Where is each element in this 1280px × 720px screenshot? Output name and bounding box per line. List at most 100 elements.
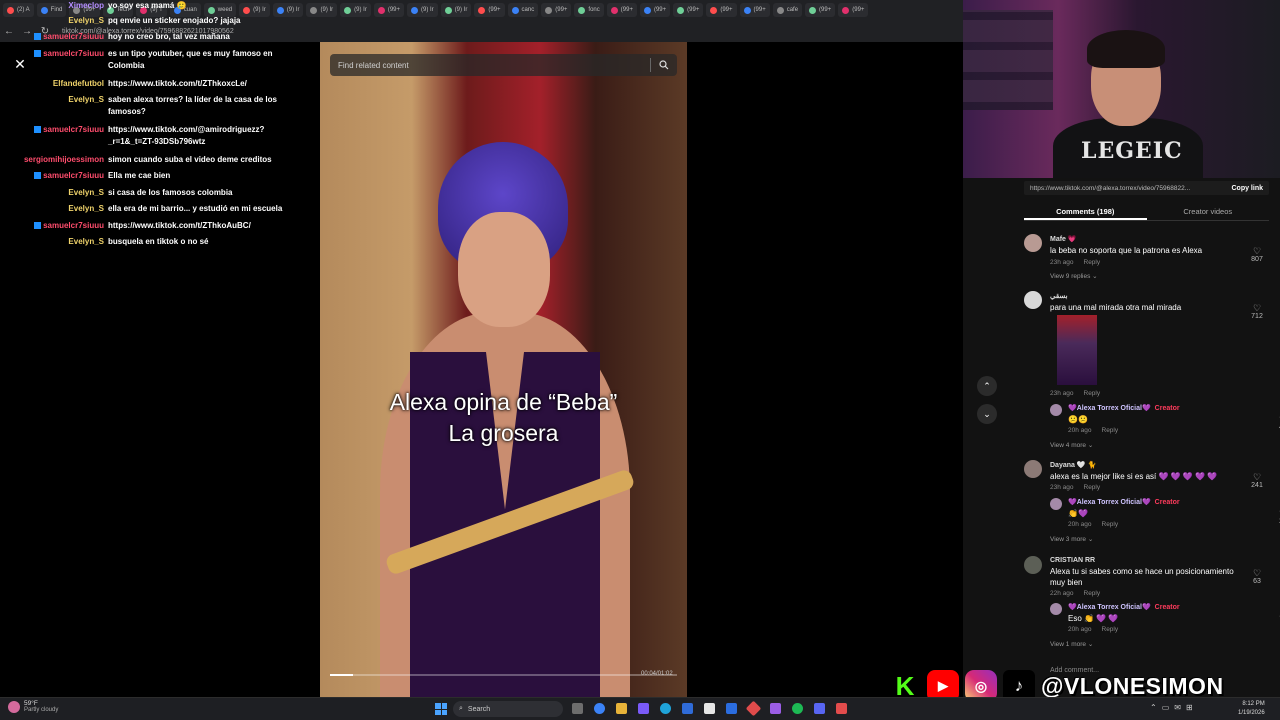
weather-widget[interactable]: 59°F Partly cloudy [8, 700, 58, 713]
comment-author[interactable]: بسقي [1050, 292, 1068, 300]
tab-comments[interactable]: Comments (198) [1024, 205, 1147, 220]
avatar[interactable] [1050, 404, 1062, 416]
browser-tab[interactable]: (9) Ir [440, 3, 472, 17]
view-more-button[interactable]: View 4 more ⌄ [1050, 441, 1093, 449]
related-search-bar[interactable] [330, 54, 677, 76]
like-button[interactable]: ♡ 241 [1245, 472, 1269, 489]
reply-button[interactable]: Reply [1102, 427, 1119, 434]
view-more-button[interactable]: View 1 more ⌄ [1050, 640, 1093, 648]
app-icon[interactable] [745, 700, 762, 717]
video-progress-bar[interactable] [330, 674, 677, 676]
like-button[interactable]: ♡ 807 [1245, 246, 1269, 263]
browser-tab[interactable]: (9) Ir [340, 3, 371, 17]
video-time: 00:04/01:02 [641, 671, 673, 677]
view-more-button[interactable]: View 3 more ⌄ [1050, 535, 1093, 543]
like-button[interactable]: ♡41 [1271, 414, 1280, 431]
video-link[interactable]: https://www.tiktok.com/@alexa.torrex/vid… [1030, 185, 1231, 192]
notepad-icon[interactable] [704, 703, 715, 714]
discord-icon[interactable] [814, 703, 825, 714]
browser-tab[interactable]: (99+ [474, 3, 505, 17]
browser-tab[interactable]: canc [507, 3, 539, 17]
reply-button[interactable]: Reply [1084, 390, 1101, 397]
avatar[interactable] [1024, 234, 1042, 252]
browser-tab[interactable]: (99+ [805, 3, 836, 17]
chat-username[interactable]: samuelcr7siuuu [0, 124, 108, 148]
chat-username[interactable]: samuelcr7siuuu [0, 48, 108, 72]
browser-tab[interactable]: (9) Ir [306, 3, 338, 17]
next-video-button[interactable]: ⌄ [977, 404, 997, 424]
chat-username[interactable]: Evelyn_S [0, 15, 108, 27]
comment-author[interactable]: Mafe 💗 [1050, 235, 1077, 243]
system-clock[interactable]: 8:12 PM 1/19/2026 [1238, 700, 1265, 718]
chrome-icon[interactable] [594, 703, 605, 714]
video-figure-face [458, 212, 550, 327]
comment-meta: 22h ago Reply [1050, 590, 1100, 597]
start-button[interactable] [435, 703, 447, 715]
taskbar-search[interactable]: ⌕ Search [453, 701, 563, 717]
avatar[interactable] [1024, 291, 1042, 309]
like-button[interactable]: ♡ 63 [1245, 568, 1269, 585]
reply-button[interactable]: Reply [1084, 484, 1101, 491]
browser-tab[interactable]: cafe [772, 3, 803, 17]
related-search-input[interactable] [338, 60, 642, 70]
video-player[interactable] [320, 42, 687, 697]
spotify-icon[interactable] [792, 703, 803, 714]
comment-author[interactable]: CRISTIAN RR [1050, 557, 1095, 564]
avatar[interactable] [1024, 460, 1042, 478]
app-icon[interactable] [836, 703, 847, 714]
creator-name: 💜Alexa Torrex Oficial💜 [1068, 604, 1151, 611]
chat-username[interactable]: samuelcr7siuuu [0, 220, 108, 232]
app-icon[interactable] [638, 703, 649, 714]
reply-button[interactable]: Reply [1102, 626, 1119, 633]
chat-username[interactable]: Evelyn_S [0, 236, 108, 248]
browser-tab[interactable]: fonc [574, 3, 604, 17]
browser-tab[interactable]: (99+ [838, 3, 869, 17]
browser-tab[interactable]: (99+ [541, 3, 572, 17]
tab-creator-videos[interactable]: Creator videos [1147, 205, 1270, 220]
comment-text: 😕😕 [1068, 415, 1088, 424]
view-replies-button[interactable]: View 9 replies ⌄ [1050, 272, 1098, 280]
comment-author[interactable]: 💜Alexa Torrex Oficial💜 Creator [1068, 498, 1180, 506]
creator-badge: Creator [1154, 499, 1180, 506]
comment-image[interactable] [1057, 315, 1097, 385]
file-explorer-icon[interactable] [616, 703, 627, 714]
creator-reply: 💜Alexa Torrex Oficial💜 Creator 👏💜 20h ago… [1050, 498, 1280, 533]
chat-username[interactable]: Evelyn_S [0, 203, 108, 215]
reply-button[interactable]: Reply [1084, 590, 1101, 597]
avatar[interactable] [1050, 603, 1062, 615]
browser-tab[interactable]: (9) Ir [407, 3, 438, 17]
task-view-icon[interactable] [572, 703, 583, 714]
reply-button[interactable]: Reply [1102, 521, 1119, 528]
browser-tab[interactable]: (99+ [373, 3, 405, 17]
chat-username[interactable]: Evelyn_S [0, 187, 108, 199]
browser-tab[interactable]: (99+ [606, 3, 637, 17]
chat-username[interactable]: Evelyn_S [0, 94, 108, 118]
browser-tab[interactable]: (99+ [706, 3, 737, 17]
browser-tab[interactable]: (99+ [739, 3, 770, 17]
chat-username[interactable]: sergiomihijoessimon [0, 154, 108, 166]
store-icon[interactable] [682, 703, 693, 714]
browser-tab[interactable]: (99+ [673, 3, 704, 17]
previous-video-button[interactable]: ⌃ [977, 376, 997, 396]
avatar[interactable] [1024, 556, 1042, 574]
reply-button[interactable]: Reply [1084, 259, 1101, 266]
comment-author[interactable]: 💜Alexa Torrex Oficial💜 Creator [1068, 404, 1180, 412]
edge-icon[interactable] [660, 703, 671, 714]
chat-username[interactable]: Ximeclop [0, 0, 108, 12]
comment-author[interactable]: 💜Alexa Torrex Oficial💜 Creator [1068, 603, 1180, 611]
chat-username[interactable]: samuelcr7siuuu [0, 170, 108, 182]
tab-label: (99+ [653, 7, 667, 13]
like-button[interactable]: ♡7 [1271, 613, 1280, 630]
browser-tab[interactable]: (99+ [639, 3, 671, 17]
comment-author[interactable]: Dayana 🤍 🐈 [1050, 461, 1096, 469]
like-button[interactable]: ♡ 712 [1245, 303, 1269, 320]
chat-username[interactable]: samuelcr7siuuu [0, 31, 108, 43]
copy-link-button[interactable]: Copy link [1231, 185, 1263, 192]
like-button[interactable]: ♡22 [1271, 508, 1280, 525]
dropbox-icon[interactable] [726, 703, 737, 714]
search-icon[interactable] [659, 60, 669, 70]
avatar[interactable] [1050, 498, 1062, 510]
chat-username[interactable]: Elfandefutbol [0, 78, 108, 90]
system-tray[interactable]: ⌃▭✉⊞ [1150, 703, 1198, 712]
app-icon[interactable] [770, 703, 781, 714]
